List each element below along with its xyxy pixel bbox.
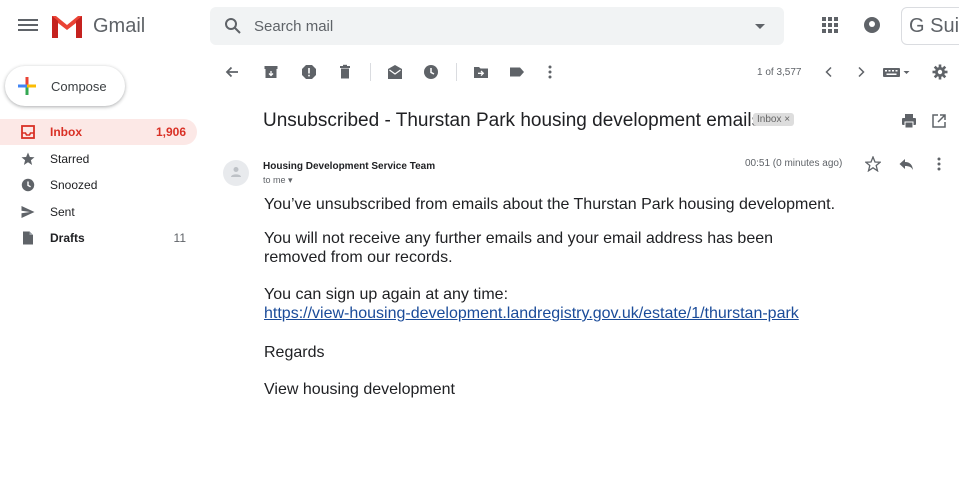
app-name: Gmail: [93, 15, 146, 37]
sidebar-item-label: Snoozed: [50, 178, 98, 192]
sidebar-item-label: Inbox: [50, 125, 82, 139]
search-bar[interactable]: Search mail: [210, 7, 784, 45]
sidebar-item-label: Drafts: [50, 231, 85, 245]
gsuite-label: G Suit: [909, 15, 959, 37]
drafts-count: 11: [173, 231, 186, 245]
open-in-new-window-icon[interactable]: [931, 113, 947, 129]
label-icon[interactable]: [509, 64, 525, 80]
email-subject: Unsubscribed - Thurstan Park housing dev…: [263, 110, 762, 131]
draft-icon: [23, 231, 33, 245]
gsuite-badge[interactable]: G Suit: [901, 7, 959, 45]
sidebar-item-label: Sent: [50, 205, 75, 219]
message-more-icon[interactable]: [931, 156, 947, 172]
gmail-logo-icon[interactable]: [50, 12, 84, 40]
email-body-line: You’ve unsubscribed from emails about th…: [264, 196, 836, 213]
star-outline-icon[interactable]: [865, 156, 881, 172]
sender-avatar[interactable]: [223, 160, 249, 186]
email-regards: Regards: [264, 344, 325, 361]
signup-link[interactable]: https://view-housing-development.landreg…: [264, 305, 799, 322]
email-body-line: You can sign up again at any time:: [264, 286, 509, 303]
search-input[interactable]: Search mail: [254, 18, 333, 35]
move-to-icon[interactable]: [473, 64, 489, 80]
reply-icon[interactable]: [898, 156, 914, 172]
compose-label: Compose: [51, 79, 107, 94]
delete-icon[interactable]: [337, 64, 353, 80]
person-icon: [231, 167, 241, 177]
sidebar-item-snoozed[interactable]: Snoozed: [0, 172, 197, 198]
notifications-icon[interactable]: [862, 15, 882, 35]
toolbar-divider: [456, 63, 457, 81]
sidebar-item-label: Starred: [50, 152, 90, 166]
sidebar-item-inbox[interactable]: Inbox 1,906: [0, 119, 197, 145]
star-icon: [21, 152, 35, 165]
compose-button[interactable]: Compose: [5, 66, 125, 106]
pager-text: 1 of 3,577: [757, 67, 802, 78]
email-body-paragraph: You will not receive any further emails …: [264, 230, 774, 266]
clock-icon: [21, 178, 35, 192]
print-icon[interactable]: [901, 113, 917, 129]
sender-name[interactable]: Housing Development Service Team: [263, 161, 435, 172]
toolbar-divider: [370, 63, 371, 81]
main-menu-icon[interactable]: [18, 16, 38, 36]
chevron-left-icon[interactable]: [821, 64, 837, 80]
top-bar: Gmail Search mail G Suit: [0, 0, 959, 52]
search-icon[interactable]: [224, 17, 242, 35]
back-arrow-icon[interactable]: [224, 64, 240, 80]
report-spam-icon[interactable]: [301, 64, 317, 80]
view-housing-development-link[interactable]: View housing development: [264, 380, 834, 399]
search-options-icon[interactable]: [755, 24, 765, 29]
recipient-details[interactable]: to me ▾: [263, 175, 293, 186]
settings-gear-icon[interactable]: [932, 64, 948, 80]
inbox-count: 1,906: [155, 125, 186, 139]
send-icon: [21, 206, 35, 218]
sidebar-item-drafts[interactable]: Drafts 11: [0, 225, 197, 251]
snooze-icon[interactable]: [423, 64, 439, 80]
inbox-label-tag[interactable]: Inbox ×: [753, 113, 795, 126]
chevron-right-icon[interactable]: [853, 64, 869, 80]
sidebar-item-sent[interactable]: Sent: [0, 199, 197, 225]
sidebar-item-starred[interactable]: Starred: [0, 146, 197, 172]
input-tools-icon[interactable]: [882, 64, 912, 80]
more-options-icon[interactable]: [542, 64, 558, 80]
email-timestamp: 00:51 (0 minutes ago): [745, 158, 843, 169]
compose-plus-icon: [18, 77, 36, 95]
mark-unread-icon[interactable]: [387, 64, 403, 80]
archive-icon[interactable]: [263, 64, 279, 80]
apps-grid-icon[interactable]: [822, 17, 838, 33]
inbox-icon: [21, 125, 35, 139]
